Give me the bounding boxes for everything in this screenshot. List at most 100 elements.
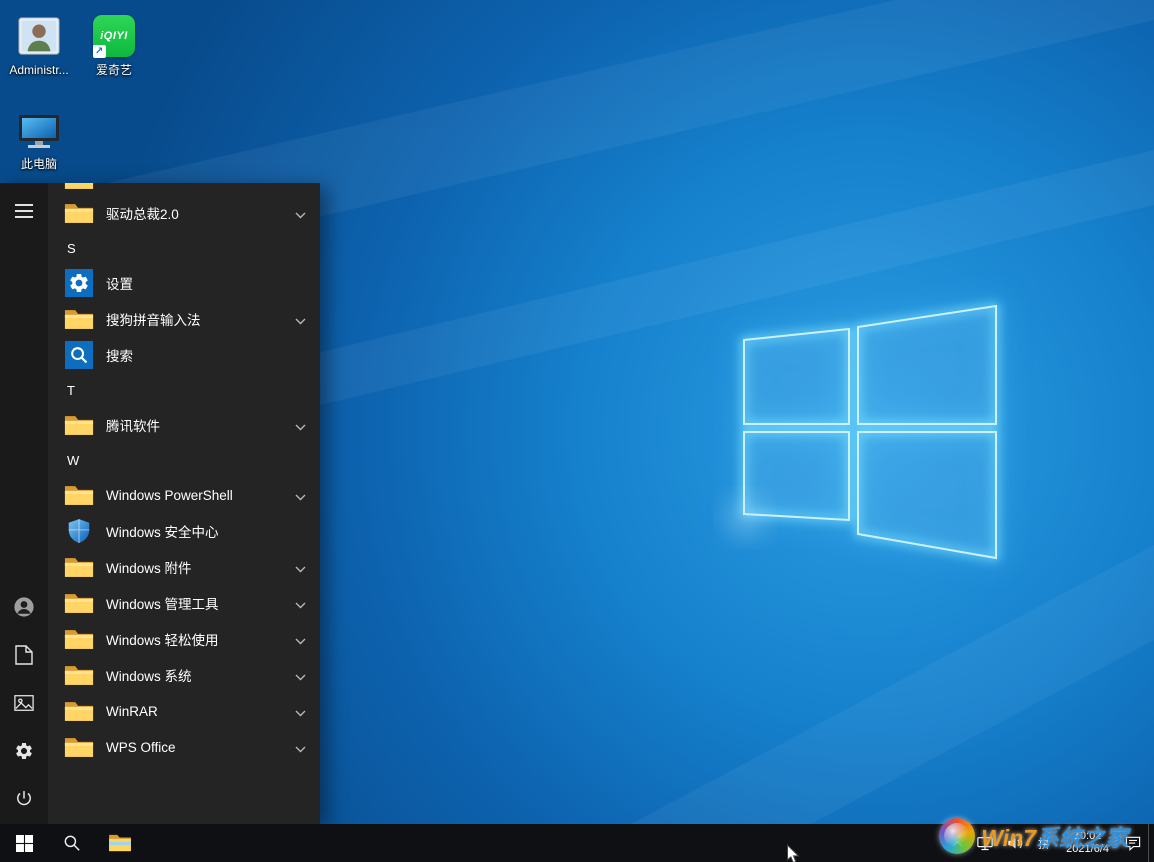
action-center-icon [1125, 836, 1141, 851]
app-list-item[interactable]: Windows 管理工具 [48, 585, 320, 621]
app-list-section-header[interactable]: W [48, 443, 320, 477]
chevron-down-icon[interactable] [291, 634, 306, 645]
chevron-down-icon[interactable] [291, 420, 306, 431]
tray-expand-button[interactable] [945, 824, 970, 862]
expand-menu-button[interactable] [0, 187, 48, 235]
file-explorer-icon [108, 833, 132, 853]
chevron-up-icon [952, 840, 963, 847]
section-letter: T [67, 383, 75, 398]
chevron-down-icon[interactable] [291, 208, 306, 219]
chevron-down-icon[interactable] [291, 670, 306, 681]
desktop[interactable]: Administr... iQIYI ↗ 爱奇艺 此电脑 [0, 0, 1154, 862]
chevron-down-icon[interactable] [291, 490, 306, 501]
app-label: 搜索 [106, 345, 306, 365]
app-list-item[interactable]: WinRAR [48, 693, 320, 729]
chevron-down-icon[interactable] [291, 598, 306, 609]
app-list-item[interactable]: 驱动总裁2.0 [48, 195, 320, 231]
action-center-button[interactable] [1118, 824, 1148, 862]
search-icon [63, 834, 81, 852]
app-list-section-header[interactable]: S [48, 231, 320, 265]
app-label: 搜狗拼音输入法 [106, 309, 291, 329]
file-explorer-button[interactable] [96, 824, 144, 862]
windows-logo-icon [16, 835, 33, 852]
folder-icon [64, 625, 94, 653]
chevron-down-icon[interactable] [291, 706, 306, 717]
clock-date: 2021/6/4 [1066, 843, 1109, 856]
taskbar: 拼 10:02 2021/6/4 [0, 824, 1154, 862]
folder-icon [64, 733, 94, 761]
app-label: WinRAR [106, 704, 291, 719]
folder-icon [64, 305, 94, 333]
network-tray-button[interactable] [970, 824, 1000, 862]
settings-tile-icon [64, 269, 94, 297]
app-list-item[interactable]: Windows 安全中心 [48, 513, 320, 549]
start-button[interactable] [0, 824, 48, 862]
search-tile-icon [64, 341, 94, 369]
folder-icon [64, 183, 94, 195]
speaker-icon [1007, 836, 1024, 850]
iqiyi-icon: iQIYI ↗ [90, 12, 138, 60]
shield-icon [64, 517, 94, 545]
desktop-icon-iqiyi[interactable]: iQIYI ↗ 爱奇艺 [76, 12, 152, 77]
app-label: WPS Office [106, 740, 291, 755]
settings-button[interactable] [0, 727, 48, 775]
chevron-down-icon[interactable] [291, 314, 306, 325]
app-label: Windows 轻松使用 [106, 629, 291, 649]
app-label: Windows 系统 [106, 665, 291, 685]
documents-button[interactable] [0, 631, 48, 679]
desktop-icon-this-pc[interactable]: 此电脑 [1, 106, 77, 171]
folder-icon [64, 553, 94, 581]
pictures-button[interactable] [0, 679, 48, 727]
app-label: Windows 安全中心 [106, 521, 306, 541]
this-pc-icon [15, 106, 63, 154]
app-list-item[interactable]: Windows PowerShell [48, 477, 320, 513]
app-list-item[interactable]: 搜狗拼音输入法 [48, 301, 320, 337]
desktop-icon-label: 此电脑 [1, 157, 77, 171]
app-label: 驱动总裁2.0 [106, 203, 291, 223]
app-list-item[interactable]: 腾讯软件 [48, 407, 320, 443]
power-icon [14, 789, 34, 809]
start-app-list: 驱动总裁2.0 S 设置搜狗拼音输入法搜索 T 腾讯软件 W Windows PowerSh… [48, 183, 320, 824]
pictures-icon [14, 694, 34, 712]
gear-icon [14, 741, 34, 761]
iqiyi-logo-text: iQIYI [100, 30, 128, 42]
show-desktop-button[interactable] [1148, 824, 1154, 862]
hamburger-icon [15, 204, 33, 218]
start-menu: 驱动总裁2.0 S 设置搜狗拼音输入法搜索 T 腾讯软件 W Windows PowerSh… [0, 183, 320, 824]
app-list-item-partial[interactable] [48, 183, 320, 195]
folder-icon [64, 589, 94, 617]
folder-icon [64, 411, 94, 439]
start-menu-rail [0, 183, 48, 824]
app-label: Windows PowerShell [106, 488, 291, 503]
section-letter: W [67, 453, 79, 468]
app-list-item[interactable]: WPS Office [48, 729, 320, 765]
desktop-icon-administrator[interactable]: Administr... [1, 12, 77, 77]
system-tray: 拼 10:02 2021/6/4 [945, 824, 1154, 862]
taskbar-search-button[interactable] [48, 824, 96, 862]
chevron-down-icon[interactable] [291, 562, 306, 573]
network-icon [977, 836, 993, 851]
shortcut-arrow-icon: ↗ [93, 45, 106, 58]
app-list-item[interactable]: 搜索 [48, 337, 320, 373]
clock-time: 10:02 [1066, 830, 1109, 843]
ime-indicator[interactable]: 拼 [1031, 824, 1057, 862]
app-label: Windows 管理工具 [106, 593, 291, 613]
desktop-icon-label: 爱奇艺 [76, 63, 152, 77]
volume-tray-button[interactable] [1000, 824, 1031, 862]
app-label: Windows 附件 [106, 557, 291, 577]
power-button[interactable] [0, 775, 48, 823]
folder-icon [64, 481, 94, 509]
chevron-down-icon[interactable] [291, 742, 306, 753]
app-list-item[interactable]: Windows 附件 [48, 549, 320, 585]
user-account-button[interactable] [0, 583, 48, 631]
app-list-item[interactable]: Windows 系统 [48, 657, 320, 693]
app-list-section-header[interactable]: T [48, 373, 320, 407]
user-account-icon [15, 12, 63, 60]
app-label: 腾讯软件 [106, 415, 291, 435]
taskbar-clock[interactable]: 10:02 2021/6/4 [1057, 830, 1118, 856]
folder-icon [64, 697, 94, 725]
section-letter: S [67, 241, 76, 256]
app-label: 设置 [106, 273, 306, 293]
app-list-item[interactable]: 设置 [48, 265, 320, 301]
app-list-item[interactable]: Windows 轻松使用 [48, 621, 320, 657]
